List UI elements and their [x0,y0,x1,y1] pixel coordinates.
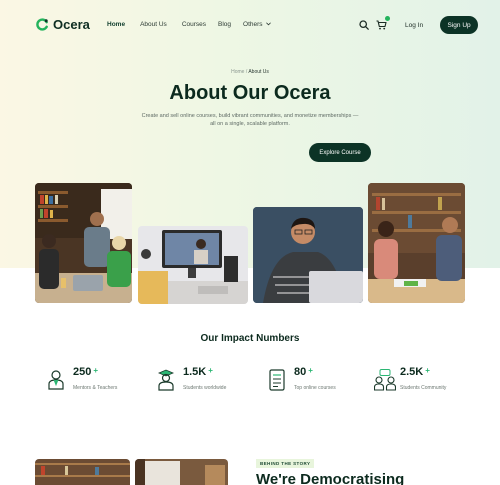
explore-course-button[interactable]: Explore Course [309,143,371,162]
impact-title: Our Impact Numbers [200,333,300,344]
stat-courses-value: 80 + [294,366,313,378]
book-icon [269,369,285,391]
story-tag: BEHIND THE STORY [256,459,315,468]
story-photo-left [35,459,130,485]
story-photo-right [135,459,228,485]
breadcrumb-home[interactable]: Home [231,69,244,75]
menu-item-others-label: Others [243,21,263,28]
logo-text: Ocera [53,17,90,32]
menu-item-others[interactable]: Others [243,21,272,28]
menu-item-home[interactable]: Home [107,21,125,28]
login-link[interactable]: Log In [405,22,423,29]
breadcrumb-separator: / [245,69,248,75]
stat-mentors-label: Mentors & Teachers [73,385,118,391]
stat-mentors-value: 250 + [73,366,99,378]
nav-actions: Log In Sign Up [358,14,479,36]
hero-subtitle: Create and sell online courses, build vi… [141,113,359,127]
breadcrumb-current: About Us [248,69,269,75]
stat-students-value: 1.5K + [183,366,213,378]
stat-community-label: Students Community [400,385,447,391]
photo-study-pair [368,183,465,303]
story-title: We're Democratising [256,471,405,485]
cart-icon[interactable] [375,16,390,31]
search-icon[interactable] [358,19,370,31]
signup-button[interactable]: Sign Up [440,16,479,34]
chevron-down-icon [266,22,272,26]
breadcrumb: Home / About Us [0,69,500,75]
photo-student-laptop [253,207,363,303]
stat-community-value: 2.5K + [400,366,430,378]
photo-library-group [35,183,132,303]
community-icon [374,369,396,391]
logo-mark-icon [36,18,48,31]
cart-badge [385,16,390,21]
photo-video-call [138,226,248,304]
stat-students-label: Students worldwide [183,385,227,391]
logo[interactable]: Ocera [36,17,90,32]
student-icon [157,369,175,391]
top-navbar: Ocera Home About Us Courses Blog Others … [0,14,500,38]
menu-item-about[interactable]: About Us [140,21,167,28]
mentor-icon [48,370,64,390]
stat-courses-label: Top online courses [294,385,336,391]
page-title: About Our Ocera [169,82,331,104]
main-menu: Home About Us Courses Blog Others [107,21,272,28]
menu-item-courses[interactable]: Courses [182,21,206,28]
menu-item-blog[interactable]: Blog [218,21,231,28]
